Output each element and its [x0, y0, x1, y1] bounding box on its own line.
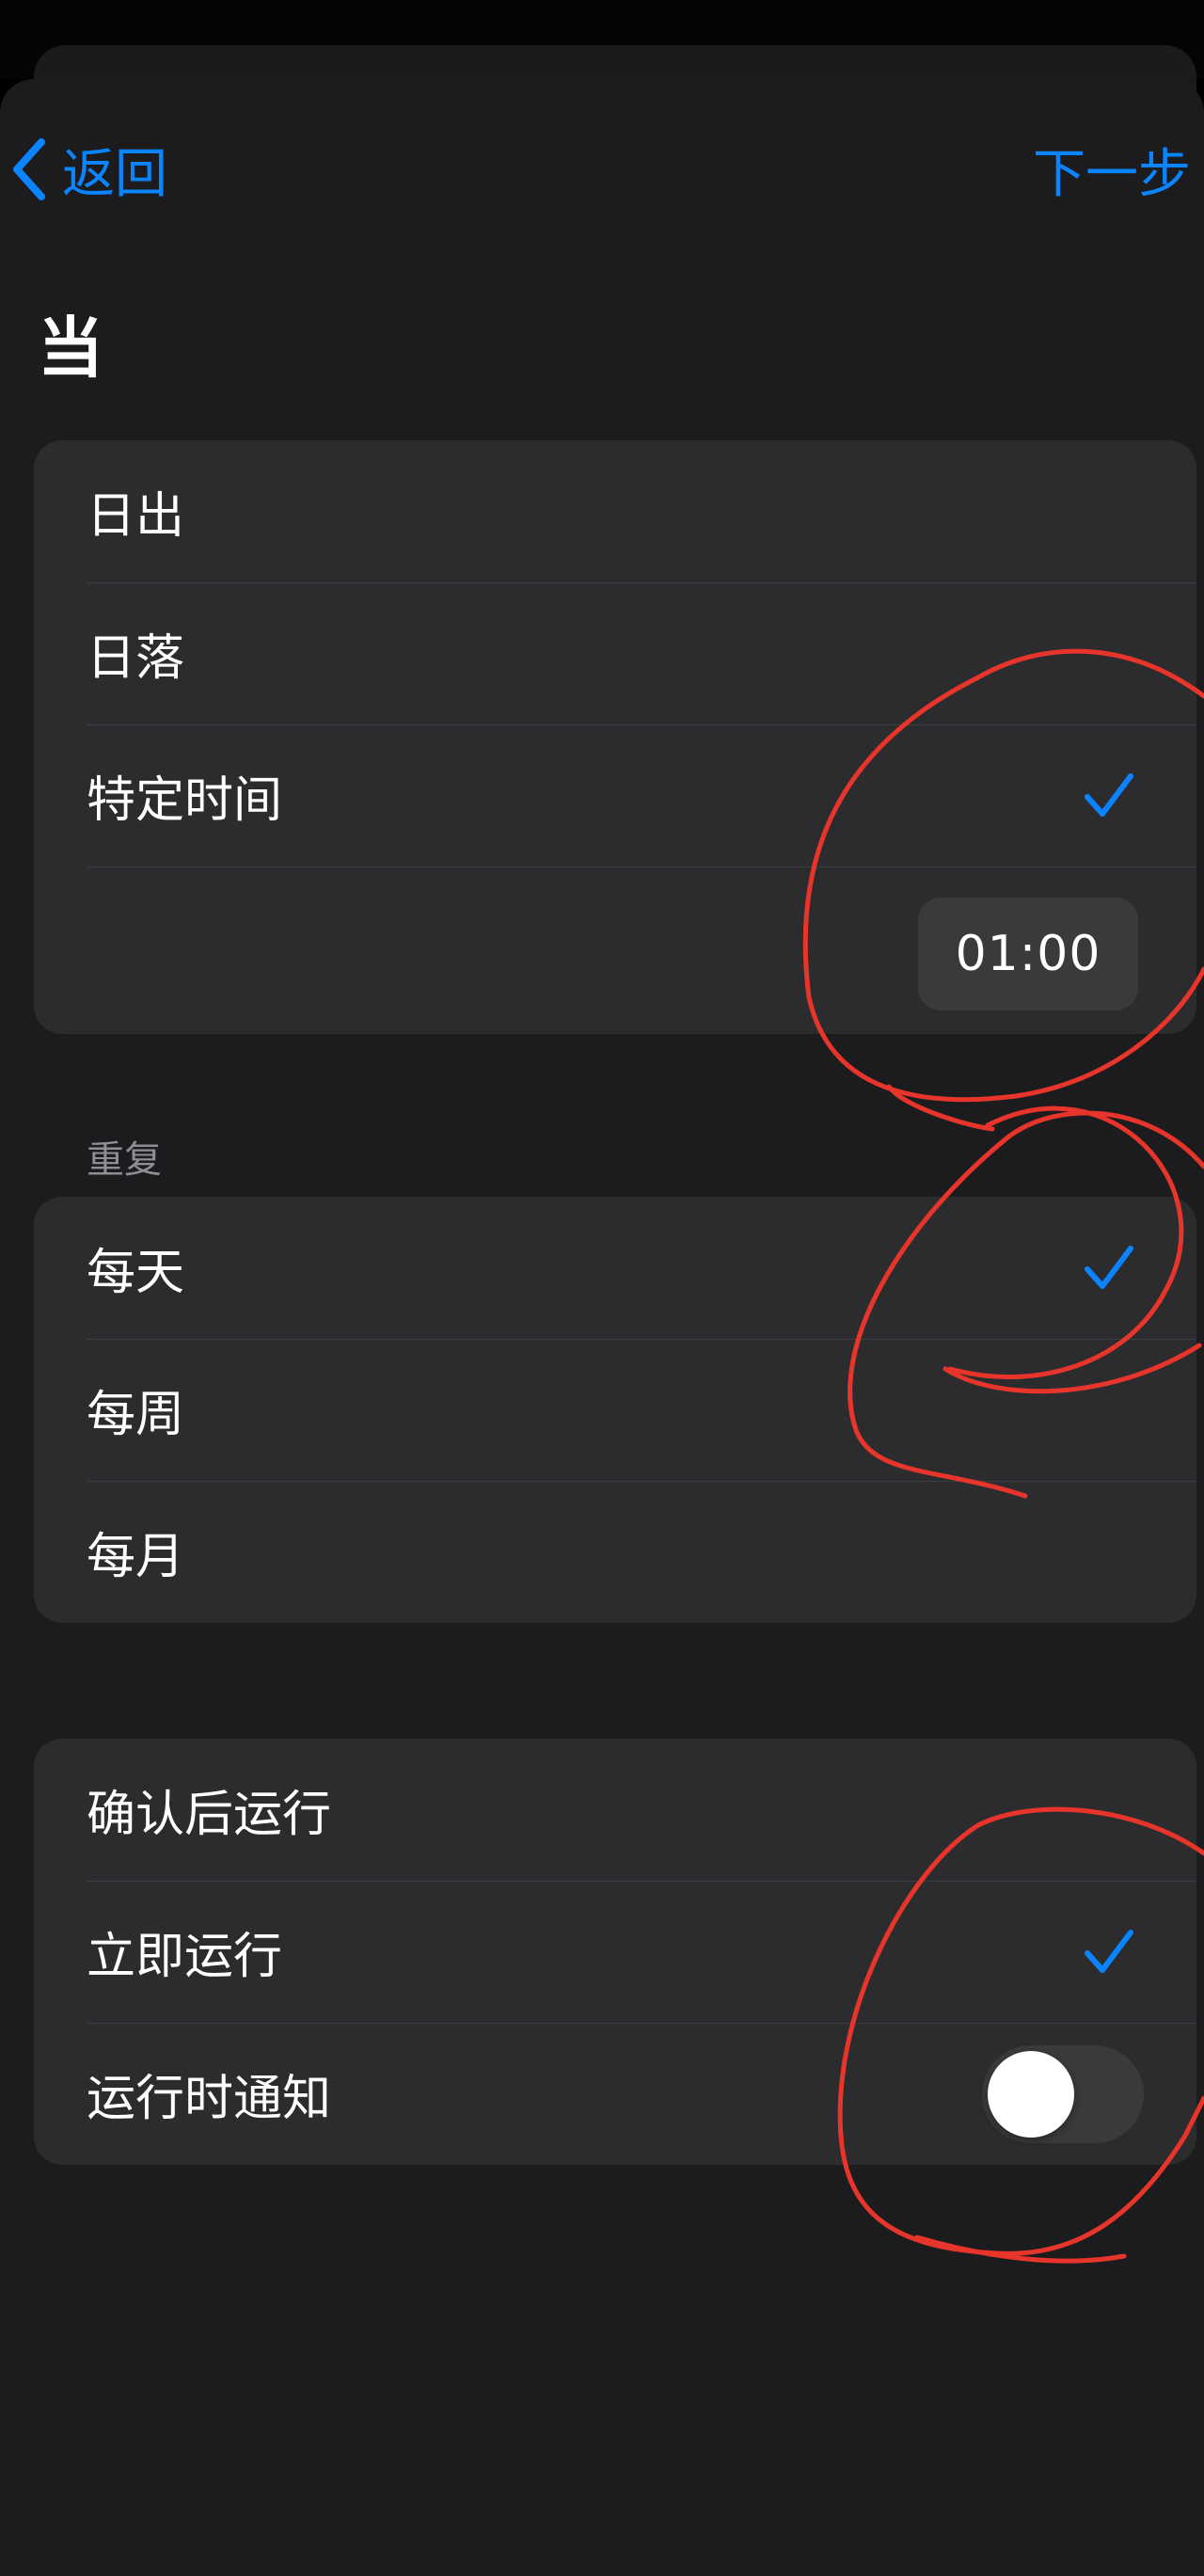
repeat-daily[interactable]: 每天	[34, 1197, 1196, 1339]
run-after-confirm[interactable]: 确认后运行	[34, 1739, 1196, 1881]
repeat-monthly[interactable]: 每月	[34, 1481, 1196, 1623]
checkmark-icon	[1085, 772, 1133, 817]
option-sunrise[interactable]: 日出	[34, 440, 1196, 582]
back-button[interactable]: 返回	[9, 136, 167, 205]
repeat-group: 每天 每周 每月	[34, 1197, 1196, 1623]
option-label: 立即运行	[87, 1929, 283, 1985]
option-label: 日出	[87, 488, 185, 545]
run-immediately[interactable]: 立即运行	[34, 1881, 1196, 2023]
option-label: 每月	[87, 1529, 185, 1585]
toggle-knob	[988, 2050, 1074, 2138]
chevron-left-icon	[13, 138, 45, 200]
option-label: 特定时间	[87, 772, 283, 829]
back-label: 返回	[62, 143, 167, 205]
notify-toggle[interactable]	[982, 2044, 1144, 2143]
repeat-section-label: 重复	[87, 1138, 162, 1182]
checkmark-icon	[1085, 1929, 1133, 1973]
page-title: 当	[38, 310, 103, 387]
repeat-weekly[interactable]: 每周	[34, 1339, 1196, 1481]
checkmark-icon	[1085, 1245, 1133, 1289]
option-label: 每天	[87, 1245, 185, 1301]
time-picker-button[interactable]: 01:00	[918, 898, 1138, 1010]
time-options-group: 日出 日落 特定时间 01:00	[34, 440, 1196, 1034]
time-picker-row: 01:00	[34, 867, 1196, 1034]
option-sunset[interactable]: 日落	[34, 582, 1196, 724]
option-specific-time[interactable]: 特定时间	[34, 724, 1196, 867]
option-label: 确认后运行	[87, 1787, 332, 1843]
run-options-group: 确认后运行 立即运行 运行时通知	[34, 1739, 1196, 2165]
option-label: 日落	[87, 630, 185, 687]
next-button[interactable]: 下一步	[1033, 136, 1191, 205]
option-label: 运行时通知	[87, 2071, 332, 2127]
option-label: 每周	[87, 1387, 185, 1443]
notify-when-run-row: 运行时通知	[34, 2023, 1196, 2165]
